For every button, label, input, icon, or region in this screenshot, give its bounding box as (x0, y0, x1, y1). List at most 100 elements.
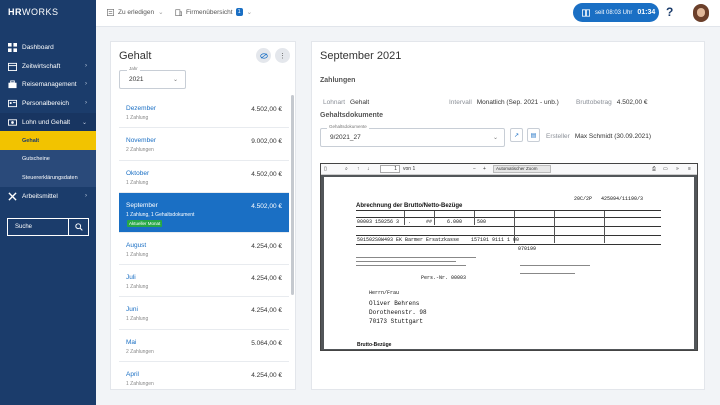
sidebar-subitem-gehalt[interactable]: Gehalt (0, 131, 96, 150)
sidebar-item-zeitwirtschaft[interactable]: Zeitwirtschaft › (0, 57, 96, 76)
pdf-viewer[interactable]: ▯ ⌕ ↑ ↓ 1 von 1 − + Automatischer Zoom ⎙… (320, 163, 698, 351)
id-card-icon (8, 99, 17, 108)
sidebar-item-dashboard[interactable]: Dashboard (0, 38, 96, 57)
arrow-down-icon[interactable]: ↓ (367, 166, 370, 172)
month-row-august[interactable]: August 1 Zahlung 4.254,00 € (119, 233, 289, 266)
month-amount: 4.254,00 € (251, 242, 282, 250)
time-tracker-button[interactable]: seit 08:03 Uhr 01:34 (573, 3, 659, 22)
month-amount: 4.502,00 € (251, 170, 282, 178)
pdf-page: Abrechnung der Brutto/Netto-Bezüge 20C/2… (324, 177, 694, 349)
chevron-down-icon: ⌄ (492, 135, 498, 141)
sidebar-search[interactable]: Suche (7, 218, 89, 236)
todo-menu[interactable]: Zu erledigen ⌄ (107, 8, 164, 16)
month-detail-panel: September 2021 Zahlungen Lohnart Gehalt I… (311, 41, 705, 390)
detail-title: September 2021 (320, 50, 402, 62)
month-row-dezember[interactable]: Dezember 1 Zahlung 4.502,00 € (119, 96, 289, 129)
pdf-rule (356, 235, 661, 236)
document-select-value: 9/2021_27 (330, 134, 361, 141)
month-name: Juni (126, 306, 138, 314)
company-overview-menu[interactable]: Firmenübersicht 1 ⌄ (175, 8, 252, 16)
interval-label: Intervall (449, 99, 472, 106)
interval-value: Monatlich (Sep. 2021 - unb.) (476, 99, 559, 106)
search-icon[interactable]: ⌕ (345, 166, 348, 172)
sidebar-item-arbeitsmittel[interactable]: Arbeitsmittel › (0, 187, 96, 206)
month-row-juni[interactable]: Juni 1 Zahlung 4.254,00 € (119, 297, 289, 330)
month-row-november[interactable]: November 2 Zahlungen 9.002,00 € (119, 128, 289, 161)
current-month-badge: Aktueller Monat (127, 219, 163, 227)
sidebar-nav: Dashboard Zeitwirtschaft › Reisemanageme… (0, 38, 96, 206)
pdf-heading: Abrechnung der Brutto/Netto-Bezüge (356, 203, 463, 209)
chevron-right-icon: › (85, 81, 87, 88)
month-amount: 4.254,00 € (251, 372, 282, 380)
timer-value: 01:34 (637, 9, 656, 16)
pdf-code: 20C/2P 425094/11190/3 (574, 196, 644, 202)
panel-title: Gehalt (119, 50, 152, 62)
month-amount: 4.254,00 € (251, 307, 282, 315)
month-row-september[interactable]: September 1 Zahlung, 1 Gehaltsdokument 4… (119, 192, 289, 233)
external-link-icon: ↗ (513, 132, 520, 139)
sidebar-toggle-icon[interactable]: ▯ (324, 166, 327, 172)
sidebar-subitem-steuererklaerungsdaten[interactable]: Steuererklärungsdaten (0, 168, 96, 187)
pdf-row: 00003 150256 3 . ## 6.000 500 (357, 219, 487, 225)
payments-heading: Zahlungen (320, 77, 356, 84)
pdf-address-name: Oliver Behrens (369, 300, 420, 307)
sidebar-item-personalbereich[interactable]: Personalbereich › (0, 94, 96, 113)
avatar[interactable] (693, 4, 709, 22)
month-list-scrollbar[interactable] (291, 95, 294, 295)
pdf-rule (356, 257, 476, 258)
pdf-row: 501502S0W493 EK Barmer Ersatzkasse 15710… (357, 237, 520, 243)
search-button[interactable] (68, 219, 88, 235)
sidebar-item-label: Lohn und Gehalt (22, 118, 71, 126)
view-toggle-button[interactable] (256, 48, 271, 63)
menu-icon[interactable]: ≡ (688, 166, 691, 172)
search-input[interactable]: Suche (8, 219, 68, 235)
book-icon (582, 8, 590, 17)
save-icon[interactable]: ▭ (663, 166, 668, 172)
zoom-select[interactable]: Automatischer Zoom (493, 165, 551, 173)
month-payments: 1 Zahlung (126, 115, 149, 121)
month-row-mai[interactable]: Mai 2 Zahlungen 5.064,00 € (119, 330, 289, 363)
download-document-button[interactable]: ▤ (527, 128, 540, 142)
arrow-up-icon[interactable]: ↑ (357, 166, 360, 172)
chevron-right-icon: › (85, 192, 87, 199)
page-number-input[interactable]: 1 (380, 165, 400, 173)
more-options-button[interactable]: ⋮ (275, 48, 290, 63)
document-creator: Ersteller Max Schmidt (30.09.2021) (546, 133, 651, 140)
month-row-oktober[interactable]: Oktober 1 Zahlung 4.502,00 € (119, 161, 289, 193)
month-payments: 1 Zahlung (126, 179, 149, 186)
documents-heading: Gehaltsdokumente (320, 112, 384, 119)
print-icon[interactable]: ⎙ (652, 166, 656, 172)
more-vertical-icon: ⋮ (279, 52, 286, 60)
tools-icon (8, 192, 17, 201)
month-amount: 9.002,00 € (251, 138, 282, 146)
gross-amount-value: 4.502,00 € (616, 99, 648, 106)
month-payments: 1 Zahlung (126, 316, 149, 323)
help-icon[interactable]: ? (666, 5, 673, 19)
creator-label: Ersteller (546, 133, 570, 140)
building-icon (175, 8, 182, 16)
month-row-juli[interactable]: Juli 1 Zahlung 4.254,00 € (119, 265, 289, 298)
month-payments: 2 Zahlungen (126, 147, 154, 154)
wage-type: Lohnart Gehalt (323, 99, 369, 106)
dashboard-icon (8, 42, 17, 52)
year-select-label: Jahr (127, 66, 140, 71)
sidebar-item-lohn-und-gehalt[interactable]: Lohn und Gehalt ⌄ (0, 112, 96, 132)
sidebar-item-reisemanagement[interactable]: Reisemanagement › (0, 75, 96, 94)
pdf-section-heading: Brutto-Bezüge (357, 342, 392, 348)
tools-icon[interactable]: » (676, 166, 679, 172)
sidebar-subitem-gutscheine[interactable]: Gutscheine (0, 149, 96, 169)
month-payments: 2 Zahlungen (126, 348, 154, 355)
brand-logo[interactable]: HRWORKS (8, 7, 59, 17)
page-count: von 1 (403, 166, 416, 172)
zoom-out-icon[interactable]: − (473, 166, 476, 172)
pdf-rule (356, 226, 661, 227)
zoom-in-icon[interactable]: + (483, 166, 486, 172)
calendar-icon (8, 62, 17, 71)
open-external-button[interactable]: ↗ (510, 128, 523, 142)
pdf-salutation: Herrn/Frau (369, 290, 400, 296)
month-row-april[interactable]: April 1 Zahlungen 4.254,00 € (119, 362, 289, 394)
pdf-rule (356, 217, 661, 218)
document-select[interactable]: Gehaltsdokumente 9/2021_27 ⌄ (320, 124, 505, 147)
month-amount: 5.064,00 € (251, 339, 282, 347)
year-select[interactable]: Jahr 2021 ⌄ (119, 66, 186, 89)
